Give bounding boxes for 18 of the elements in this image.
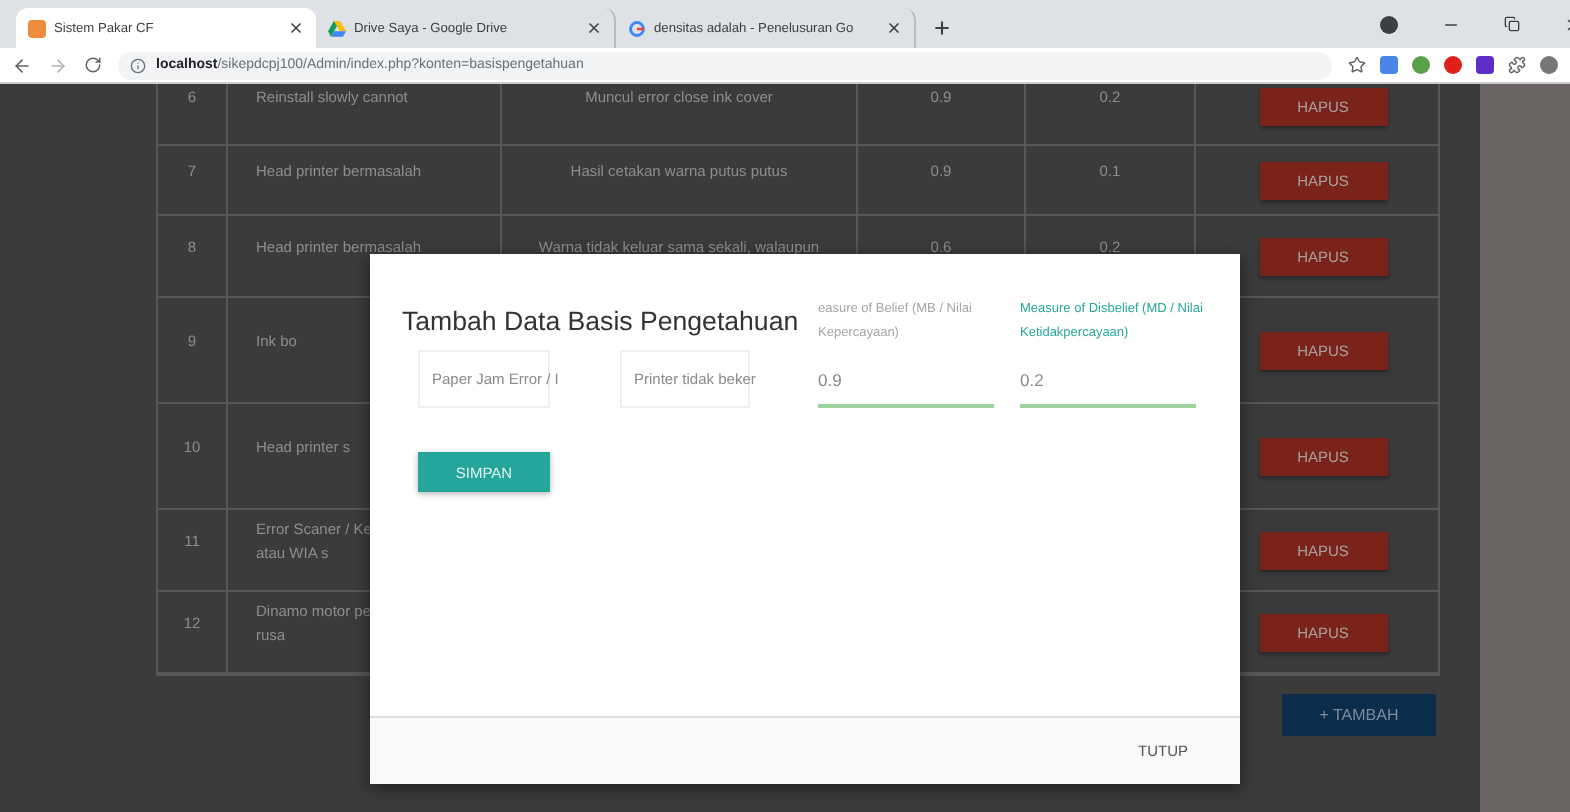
avatar-icon[interactable] xyxy=(1540,56,1558,74)
close-icon[interactable] xyxy=(288,20,304,36)
puzzle-icon[interactable] xyxy=(1508,56,1526,74)
new-tab-icon[interactable] xyxy=(932,18,952,38)
add-button[interactable]: + TAMBAH xyxy=(1282,694,1436,736)
star-icon[interactable] xyxy=(1348,56,1366,74)
search-engine-icon xyxy=(628,19,646,37)
info-icon xyxy=(130,57,146,73)
reload-icon[interactable] xyxy=(84,56,102,74)
restore-icon[interactable] xyxy=(1504,16,1520,32)
close-icon[interactable] xyxy=(586,20,602,36)
back-icon[interactable] xyxy=(12,55,32,75)
app-icon xyxy=(28,19,46,37)
record-icon[interactable] xyxy=(1380,15,1398,33)
triangle-icon xyxy=(328,19,346,37)
close-icon[interactable] xyxy=(886,20,902,36)
number-input[interactable]: 0.9 xyxy=(818,366,994,394)
number-input[interactable]: 0.2 xyxy=(1020,366,1196,394)
